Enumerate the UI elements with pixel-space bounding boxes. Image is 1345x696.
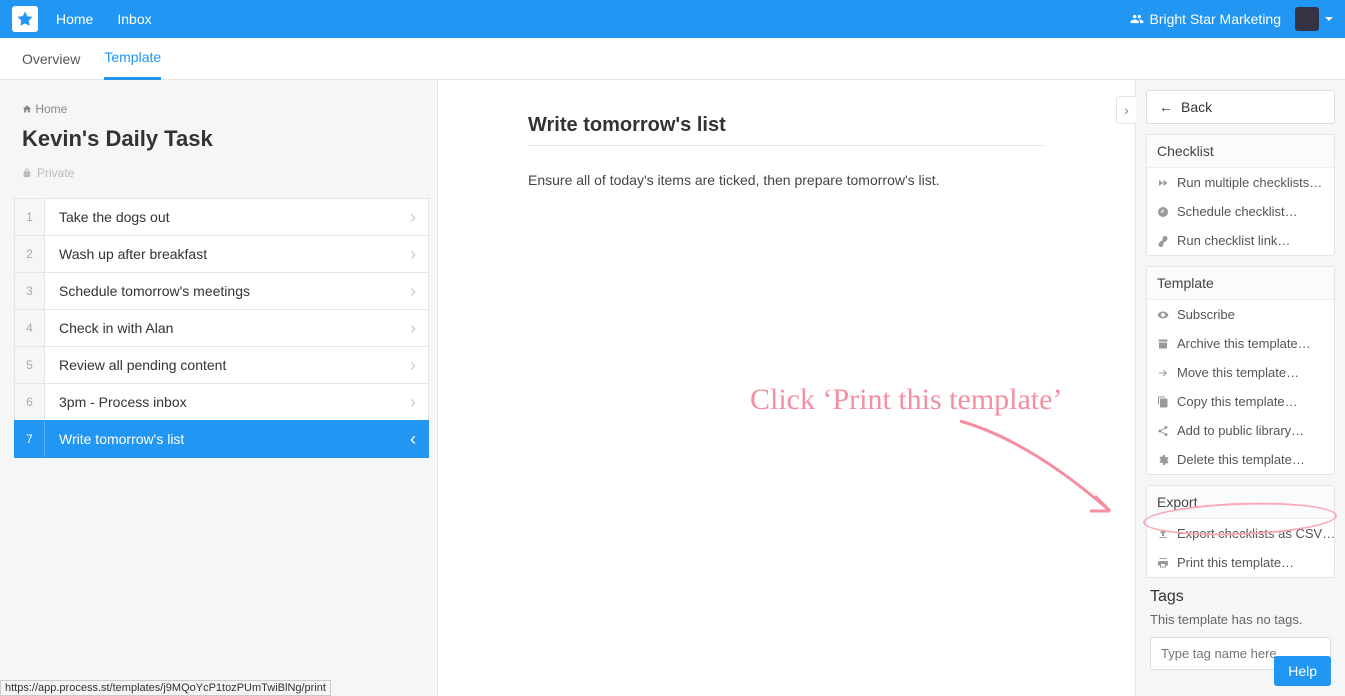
chevron-right-icon: ›: [410, 281, 428, 302]
fast-forward-icon: [1157, 177, 1169, 189]
chevron-down-icon[interactable]: [1325, 17, 1333, 21]
task-number: 5: [15, 347, 45, 383]
nav-inbox[interactable]: Inbox: [117, 11, 151, 27]
task-number: 3: [15, 273, 45, 309]
help-button[interactable]: Help: [1274, 656, 1331, 686]
action-schedule[interactable]: Schedule checklist…: [1147, 197, 1334, 226]
back-label: Back: [1181, 99, 1212, 115]
chevron-right-icon: ›: [410, 318, 428, 339]
task-row[interactable]: 1 Take the dogs out ›: [14, 198, 429, 236]
tags-description: This template has no tags.: [1150, 612, 1331, 627]
breadcrumb[interactable]: Home: [22, 102, 421, 116]
privacy-label: Private: [37, 166, 74, 180]
task-number: 7: [15, 421, 45, 457]
eye-icon: [1157, 309, 1169, 321]
task-row[interactable]: 7 Write tomorrow's list ‹: [14, 420, 429, 458]
action-print-template[interactable]: Print this template…: [1147, 548, 1334, 577]
tags-head: Tags: [1150, 588, 1331, 606]
lock-icon: [22, 168, 32, 178]
task-label: Check in with Alan: [45, 320, 410, 336]
task-row[interactable]: 2 Wash up after breakfast ›: [14, 235, 429, 273]
task-label: Review all pending content: [45, 357, 410, 373]
task-row[interactable]: 5 Review all pending content ›: [14, 346, 429, 384]
back-button[interactable]: ← Back: [1146, 90, 1335, 124]
action-copy[interactable]: Copy this template…: [1147, 387, 1334, 416]
arrow-left-icon: ←: [1159, 99, 1173, 115]
action-delete[interactable]: Delete this template…: [1147, 445, 1334, 474]
chevron-right-icon: ›: [410, 355, 428, 376]
chevron-right-icon: ›: [410, 207, 428, 228]
panel-head-template: Template: [1147, 267, 1334, 300]
action-export-csv[interactable]: Export checklists as CSV…: [1147, 519, 1334, 548]
panel-checklist: Checklist Run multiple checklists… Sched…: [1146, 134, 1335, 256]
panel-head-export: Export: [1147, 486, 1334, 519]
task-label: Schedule tomorrow's meetings: [45, 283, 410, 299]
share-icon: [1157, 425, 1169, 437]
task-label: Write tomorrow's list: [45, 431, 410, 447]
action-add-public[interactable]: Add to public library…: [1147, 416, 1334, 445]
subtabs: Overview Template: [0, 38, 1345, 80]
task-number: 4: [15, 310, 45, 346]
org-name: Bright Star Marketing: [1150, 11, 1282, 27]
detail-title: Write tomorrow's list: [528, 114, 1045, 137]
print-icon: [1157, 557, 1169, 569]
gear-icon: [1157, 454, 1169, 466]
app-logo[interactable]: [12, 6, 38, 32]
avatar[interactable]: [1295, 7, 1319, 31]
copy-icon: [1157, 396, 1169, 408]
task-number: 2: [15, 236, 45, 272]
tab-template[interactable]: Template: [104, 38, 161, 80]
right-panel: › ← Back Checklist Run multiple checklis…: [1135, 80, 1345, 696]
panel-head-checklist: Checklist: [1147, 135, 1334, 168]
task-number: 6: [15, 384, 45, 420]
task-row[interactable]: 4 Check in with Alan ›: [14, 309, 429, 347]
action-run-link[interactable]: Run checklist link…: [1147, 226, 1334, 255]
task-label: Take the dogs out: [45, 209, 410, 225]
panel-export: Export Export checklists as CSV… Print t…: [1146, 485, 1335, 578]
breadcrumb-home: Home: [35, 102, 67, 116]
top-nav: Home Inbox Bright Star Marketing: [0, 0, 1345, 38]
task-number: 1: [15, 199, 45, 235]
task-label: 3pm - Process inbox: [45, 394, 410, 410]
arrow-right-icon: [1157, 367, 1169, 379]
action-move[interactable]: Move this template…: [1147, 358, 1334, 387]
action-archive[interactable]: Archive this template…: [1147, 329, 1334, 358]
task-list: 1 Take the dogs out › 2 Wash up after br…: [14, 198, 429, 458]
left-sidebar: Home Kevin's Daily Task Private 1 Take t…: [0, 80, 438, 696]
detail-pane: Write tomorrow's list Ensure all of toda…: [438, 80, 1135, 696]
chevron-left-icon: ‹: [410, 429, 428, 450]
home-icon: [22, 104, 32, 114]
page-title: Kevin's Daily Task: [22, 126, 421, 152]
divider: [528, 145, 1045, 146]
task-row[interactable]: 3 Schedule tomorrow's meetings ›: [14, 272, 429, 310]
tab-overview[interactable]: Overview: [22, 38, 80, 80]
chevron-right-icon: ›: [410, 392, 428, 413]
download-icon: [1157, 528, 1169, 540]
clock-icon: [1157, 206, 1169, 218]
detail-body: Ensure all of today's items are ticked, …: [528, 172, 1045, 188]
nav-home[interactable]: Home: [56, 11, 93, 27]
action-subscribe[interactable]: Subscribe: [1147, 300, 1334, 329]
star-icon: [16, 10, 34, 28]
collapse-panel-button[interactable]: ›: [1116, 96, 1136, 124]
action-run-multiple[interactable]: Run multiple checklists…: [1147, 168, 1334, 197]
privacy-indicator: Private: [22, 166, 421, 180]
task-label: Wash up after breakfast: [45, 246, 410, 262]
archive-icon: [1157, 338, 1169, 350]
org-switcher[interactable]: Bright Star Marketing: [1130, 11, 1282, 27]
link-icon: [1157, 235, 1169, 247]
panel-template: Template Subscribe Archive this template…: [1146, 266, 1335, 475]
chevron-right-icon: ›: [410, 244, 428, 265]
status-bar-url: https://app.process.st/templates/j9MQoYc…: [0, 680, 331, 696]
users-icon: [1130, 12, 1144, 26]
task-row[interactable]: 6 3pm - Process inbox ›: [14, 383, 429, 421]
